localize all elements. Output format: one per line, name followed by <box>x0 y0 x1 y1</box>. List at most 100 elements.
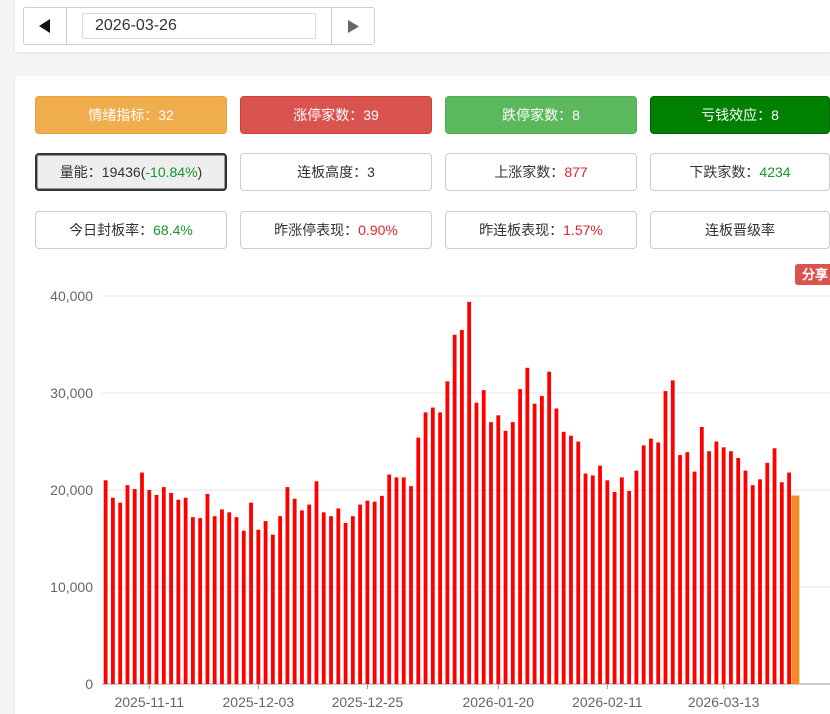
bar[interactable] <box>721 447 726 684</box>
bar[interactable] <box>190 517 195 684</box>
bar[interactable] <box>678 455 682 684</box>
bar[interactable] <box>569 435 573 684</box>
bar[interactable] <box>336 508 341 684</box>
bar[interactable] <box>612 491 617 684</box>
bar[interactable] <box>736 457 741 684</box>
bar[interactable] <box>438 412 442 684</box>
bar[interactable] <box>525 367 530 684</box>
bar[interactable] <box>307 504 312 684</box>
bar[interactable] <box>532 403 537 684</box>
bar[interactable] <box>241 530 246 684</box>
y-tick-label: 10,000 <box>50 579 93 595</box>
bar-highlight[interactable] <box>791 495 800 684</box>
bar[interactable] <box>118 502 123 684</box>
bar[interactable] <box>583 473 588 684</box>
bar[interactable] <box>481 390 486 684</box>
bar[interactable] <box>103 480 108 684</box>
bar[interactable] <box>140 472 144 684</box>
bar[interactable] <box>249 502 253 684</box>
bar[interactable] <box>372 501 377 684</box>
bar[interactable] <box>765 462 770 684</box>
bar[interactable] <box>576 441 581 685</box>
bar[interactable] <box>474 402 479 684</box>
bar[interactable] <box>634 470 639 684</box>
bar[interactable] <box>714 441 719 685</box>
bar[interactable] <box>234 517 239 684</box>
bar[interactable] <box>707 451 712 684</box>
bar[interactable] <box>758 479 762 684</box>
bar[interactable] <box>729 451 733 684</box>
bar[interactable] <box>154 494 159 684</box>
bar[interactable] <box>452 334 457 684</box>
bar[interactable] <box>750 485 755 684</box>
bar[interactable] <box>380 495 384 684</box>
bar[interactable] <box>409 486 413 684</box>
bar[interactable] <box>699 426 704 684</box>
bar[interactable] <box>292 498 297 684</box>
bar[interactable] <box>198 518 203 684</box>
bar[interactable] <box>161 487 166 684</box>
bar[interactable] <box>656 442 661 684</box>
bar[interactable] <box>285 487 290 684</box>
bar[interactable] <box>387 474 392 684</box>
bar[interactable] <box>445 381 450 684</box>
bar[interactable] <box>416 437 421 684</box>
bar[interactable] <box>743 470 748 684</box>
bar[interactable] <box>212 516 217 684</box>
bar[interactable] <box>423 412 428 684</box>
bar[interactable] <box>300 510 304 684</box>
bar[interactable] <box>343 522 348 684</box>
bar[interactable] <box>263 521 268 684</box>
y-tick-label: 20,000 <box>50 482 93 498</box>
bar[interactable] <box>125 485 130 684</box>
bar[interactable] <box>510 422 515 684</box>
bar[interactable] <box>321 512 326 684</box>
bar[interactable] <box>692 471 697 684</box>
bar[interactable] <box>227 512 232 684</box>
volume-bar-chart: 0 10,000 20,000 30,000 40,000 2025-11-11 2025-… <box>50 288 830 710</box>
bar[interactable] <box>772 448 777 684</box>
bar[interactable] <box>350 516 355 684</box>
bar[interactable] <box>205 493 210 684</box>
bar[interactable] <box>561 431 566 684</box>
bar[interactable] <box>605 480 610 684</box>
bar[interactable] <box>663 391 668 684</box>
bar[interactable] <box>169 492 173 684</box>
bar[interactable] <box>358 504 363 684</box>
bar[interactable] <box>183 497 188 684</box>
bar[interactable] <box>518 389 522 684</box>
y-tick-label: 40,000 <box>50 288 93 304</box>
bar[interactable] <box>496 415 501 684</box>
bar[interactable] <box>430 407 435 684</box>
bar[interactable] <box>132 489 137 684</box>
bar[interactable] <box>329 516 333 684</box>
bar[interactable] <box>111 497 115 684</box>
bar[interactable] <box>619 477 624 684</box>
bar[interactable] <box>489 422 493 684</box>
bar[interactable] <box>176 499 181 684</box>
bar[interactable] <box>365 500 370 684</box>
bar[interactable] <box>270 534 275 684</box>
bar[interactable] <box>256 529 261 684</box>
bar[interactable] <box>547 371 552 684</box>
bar[interactable] <box>147 490 152 684</box>
bar[interactable] <box>779 482 784 684</box>
bar[interactable] <box>649 438 653 684</box>
bar[interactable] <box>394 477 399 684</box>
bar[interactable] <box>598 465 602 684</box>
bar[interactable] <box>539 395 544 684</box>
bar[interactable] <box>220 509 224 684</box>
bar[interactable] <box>401 477 406 684</box>
bar[interactable] <box>314 481 319 684</box>
bar[interactable] <box>670 380 675 684</box>
bar[interactable] <box>554 408 559 684</box>
bar[interactable] <box>467 301 472 684</box>
bar[interactable] <box>685 452 690 684</box>
bar[interactable] <box>590 475 595 684</box>
bar[interactable] <box>641 445 646 684</box>
bar[interactable] <box>627 490 632 684</box>
bar[interactable] <box>278 516 283 684</box>
bar[interactable] <box>503 430 508 684</box>
bar[interactable] <box>787 472 791 684</box>
bar[interactable] <box>460 329 464 684</box>
